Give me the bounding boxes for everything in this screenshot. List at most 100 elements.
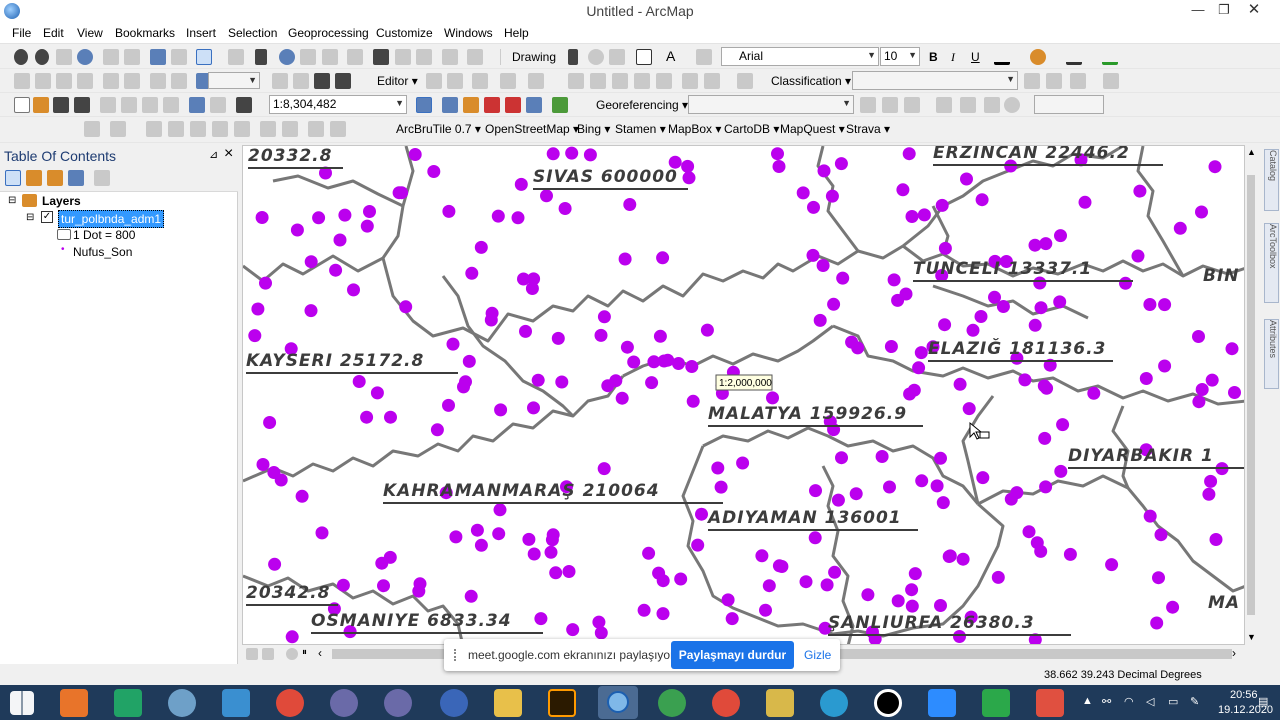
taskbar-excel-icon[interactable] — [114, 689, 142, 717]
sketch-properties-icon[interactable] — [656, 73, 672, 89]
basemap-arcbrutile[interactable]: ArcBruTile 0.7 ▾ — [396, 122, 481, 136]
barrier-icon[interactable] — [330, 121, 346, 137]
html-popup-icon[interactable] — [322, 49, 338, 65]
save-icon[interactable] — [53, 97, 69, 113]
close-icon[interactable]: × — [224, 145, 233, 163]
split-icon[interactable] — [590, 73, 606, 89]
minimize-button[interactable]: — — [1186, 0, 1210, 22]
straight-line-icon[interactable] — [472, 73, 488, 89]
georeferencing-menu[interactable]: Georeferencing ▾ — [596, 98, 688, 112]
fixed-zoom-out-icon[interactable] — [124, 49, 140, 65]
layout-pan-icon[interactable] — [171, 73, 187, 89]
catalog-tab[interactable]: Catalog — [1264, 149, 1279, 211]
data-view-icon[interactable] — [246, 648, 258, 660]
cut-icon[interactable] — [100, 97, 116, 113]
taskbar-app-icon[interactable] — [384, 689, 412, 717]
list-by-drawing-order-icon[interactable] — [5, 170, 21, 186]
class-options-icon[interactable] — [1103, 73, 1119, 89]
menu-customize[interactable]: Customize — [376, 26, 433, 40]
cut-polygons-icon[interactable] — [568, 73, 584, 89]
fixed-zoom-in-icon[interactable] — [103, 49, 119, 65]
find-route-icon[interactable] — [395, 49, 411, 65]
scroll-left-icon[interactable]: ‹ — [318, 646, 322, 660]
menu-view[interactable]: View — [77, 26, 103, 40]
print-icon[interactable] — [74, 97, 90, 113]
full-extent-icon[interactable] — [77, 49, 93, 65]
straight-segment-icon[interactable] — [77, 73, 93, 89]
tray-volume-icon[interactable]: ◁ — [1146, 695, 1154, 708]
fix-topology-icon[interactable] — [190, 121, 206, 137]
forward-extent-icon[interactable] — [171, 49, 187, 65]
classification-layer-dropdown[interactable]: ▼ — [852, 71, 1018, 90]
basemap-strava[interactable]: Strava ▾ — [846, 122, 890, 136]
trace-icon[interactable] — [124, 73, 140, 89]
arctoolbox-tab[interactable]: ArcToolbox — [1264, 223, 1279, 303]
paste-icon[interactable] — [142, 97, 158, 113]
taskbar-illustrator-icon[interactable] — [548, 689, 576, 717]
validate-icon[interactable] — [212, 121, 228, 137]
data-driven-pages-icon[interactable] — [335, 73, 351, 89]
editor-menu[interactable]: Editor ▾ — [377, 74, 418, 88]
new-map-icon[interactable] — [14, 97, 30, 113]
pause-drawing-icon[interactable]: ⏸ — [302, 647, 307, 658]
vertical-scroll-thumb[interactable] — [1247, 175, 1255, 615]
tray-network-icon[interactable]: ⚯ — [1102, 695, 1111, 708]
layer-name[interactable]: tur_polbnda_adm1 — [58, 210, 165, 228]
menu-insert[interactable]: Insert — [186, 26, 216, 40]
editor-tool-icon[interactable] — [14, 73, 30, 89]
taskbar-app-icon[interactable] — [1036, 689, 1064, 717]
expand-toggle-icon[interactable]: ⊟ — [26, 212, 34, 223]
class-training-icon[interactable] — [1024, 73, 1040, 89]
notification-icon[interactable]: ▤ — [1258, 695, 1268, 708]
refresh-icon[interactable] — [286, 648, 298, 660]
taskbar-app-icon[interactable] — [222, 689, 250, 717]
list-by-visibility-icon[interactable] — [47, 170, 63, 186]
select-drawing-icon[interactable] — [568, 49, 578, 65]
basemap-cartodb[interactable]: CartoDB ▾ — [724, 122, 779, 136]
italic-button[interactable]: I — [951, 50, 955, 65]
find-icon[interactable] — [373, 49, 389, 65]
scroll-down-icon[interactable]: ▼ — [1247, 632, 1256, 642]
menu-selection[interactable]: Selection — [228, 26, 277, 40]
globe-add-icon[interactable] — [84, 121, 100, 137]
map-canvas[interactable]: SIVAS 600000 ERZINCAN 22446.2 TUNCELI 13… — [243, 146, 1245, 645]
arctoolbox-icon[interactable] — [505, 97, 521, 113]
edit-vertices-icon[interactable] — [696, 49, 712, 65]
scroll-right-icon[interactable]: › — [1232, 646, 1236, 660]
taskbar-arcmap-icon[interactable] — [598, 686, 638, 719]
list-by-source-icon[interactable] — [26, 170, 42, 186]
attributes-icon[interactable] — [634, 73, 650, 89]
layout-zoom-combo[interactable]: ▼ — [208, 72, 260, 89]
basemap-bing[interactable]: Bing ▾ — [577, 122, 610, 136]
basemap-openstreetmap[interactable]: OpenStreetMap ▾ — [485, 122, 579, 136]
toc-options-icon[interactable] — [94, 170, 110, 186]
georeferencing-layer-dropdown[interactable]: ▼ — [688, 95, 854, 114]
pan-icon[interactable] — [56, 49, 72, 65]
taskbar-chrome-icon[interactable] — [276, 689, 304, 717]
menu-help[interactable]: Help — [504, 26, 529, 40]
rectangle-icon[interactable] — [636, 49, 652, 65]
topology-edit-icon[interactable] — [168, 121, 184, 137]
menu-windows[interactable]: Windows — [444, 26, 493, 40]
basemap-mapquest[interactable]: MapQuest ▾ — [780, 122, 845, 136]
shift-raster-icon[interactable] — [904, 97, 920, 113]
close-button[interactable]: ✕ — [1242, 0, 1266, 22]
edit-annotation-tool-icon[interactable] — [447, 73, 463, 89]
layers-root[interactable]: Layers — [42, 194, 81, 208]
zoom-in-icon[interactable] — [14, 49, 28, 65]
taskbar-office-icon[interactable] — [60, 689, 88, 717]
menu-file[interactable]: File — [12, 26, 31, 40]
rotate-icon[interactable] — [588, 49, 604, 65]
change-layout-icon[interactable] — [314, 73, 330, 89]
toggle-draft-icon[interactable] — [272, 73, 288, 89]
add-control-points-icon[interactable] — [860, 97, 876, 113]
georef-input-field[interactable] — [1034, 95, 1104, 114]
hyperlink-icon[interactable] — [300, 49, 316, 65]
measure-icon[interactable] — [347, 49, 363, 65]
viewer-icon[interactable] — [984, 97, 1000, 113]
layer-visibility-checkbox[interactable]: ✓ — [41, 211, 53, 223]
classification-menu[interactable]: Classification ▾ — [771, 74, 851, 88]
edit-tool-icon[interactable] — [426, 73, 442, 89]
tray-keyboard-icon[interactable]: ▭ — [1168, 695, 1178, 708]
rotate-raster-icon[interactable] — [882, 97, 898, 113]
